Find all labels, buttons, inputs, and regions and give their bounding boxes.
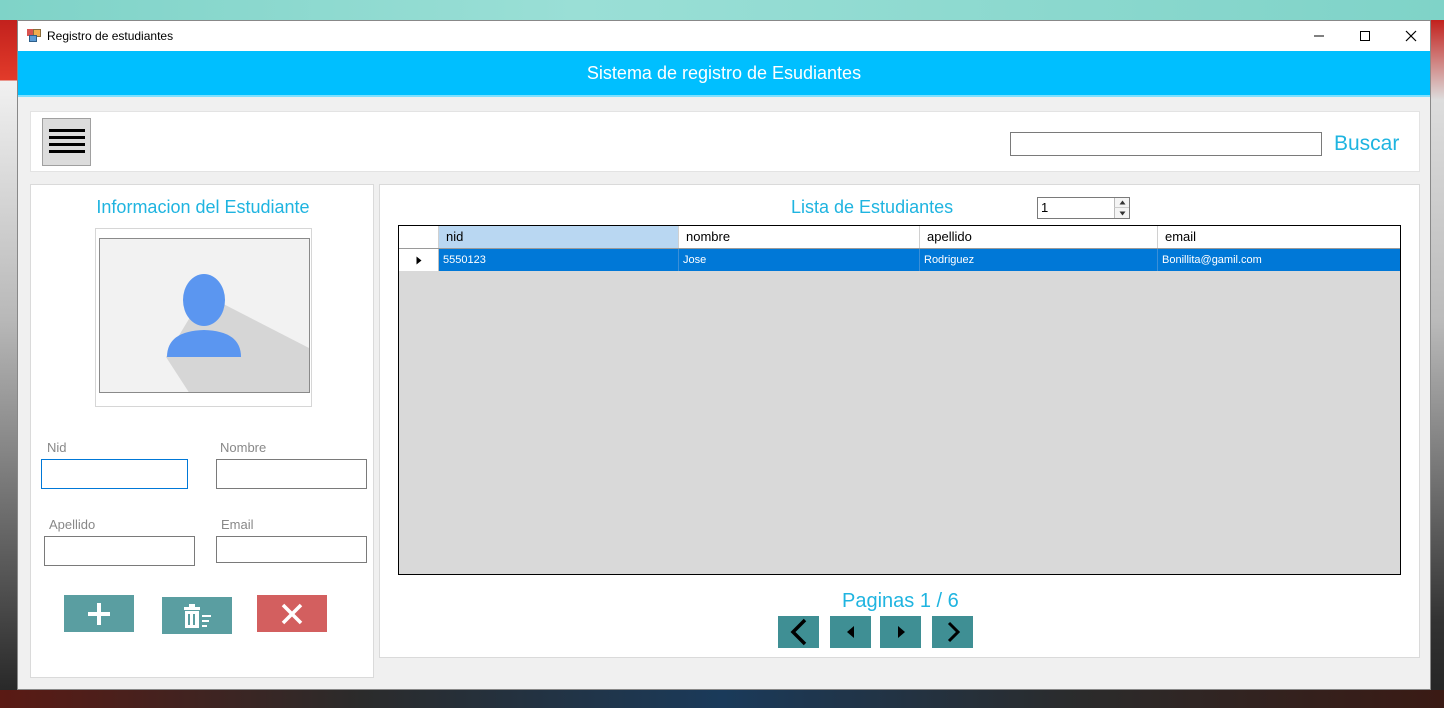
desktop-background [0, 0, 1444, 20]
close-window-button[interactable] [1388, 21, 1434, 51]
apellido-label: Apellido [49, 517, 96, 532]
first-page-button[interactable] [778, 616, 819, 648]
cell-apellido[interactable]: Rodriguez [920, 249, 1158, 271]
chevron-left-icon [790, 618, 806, 646]
students-grid[interactable]: nid nombre apellido email 5550123 Jose R… [398, 225, 1401, 575]
user-avatar-icon [166, 274, 309, 392]
spinner-down-button[interactable] [1114, 208, 1129, 218]
nid-field[interactable] [41, 459, 188, 489]
triangle-up-icon [1119, 200, 1125, 205]
menu-button[interactable] [42, 118, 91, 166]
trash-icon [184, 603, 211, 628]
spinner-up-button[interactable] [1114, 198, 1129, 208]
page-size-spinner[interactable]: 1 [1037, 197, 1130, 219]
table-row[interactable]: 5550123 Jose Rodriguez Bonillita@gamil.c… [399, 249, 1400, 271]
grid-header: nid nombre apellido email [399, 226, 1400, 249]
nombre-label: Nombre [220, 440, 267, 455]
student-list-title: Lista de Estudiantes [791, 197, 954, 217]
student-photo [99, 238, 310, 393]
desktop-background-left [0, 20, 17, 708]
toolbar: Buscar [30, 111, 1420, 172]
apellido-field[interactable] [44, 536, 195, 566]
plus-icon [88, 602, 110, 625]
desktop-background-right [1431, 20, 1444, 708]
row-header[interactable] [399, 249, 439, 271]
app-icon [27, 29, 41, 42]
cell-nid[interactable]: 5550123 [439, 249, 679, 271]
email-label: Email [221, 517, 254, 532]
triangle-right-icon [897, 626, 905, 638]
page-size-value[interactable]: 1 [1041, 200, 1048, 215]
window-title: Registro de estudiantes [47, 29, 174, 43]
last-page-button[interactable] [932, 616, 973, 648]
minimize-icon [1314, 35, 1324, 37]
hamburger-icon [48, 129, 85, 153]
column-header-nombre[interactable]: nombre [679, 226, 920, 248]
grid-corner[interactable] [399, 226, 439, 248]
minimize-button[interactable] [1296, 21, 1342, 51]
pages-label: Paginas 1 / 6 [842, 590, 959, 612]
row-pointer-icon [416, 256, 421, 264]
triangle-left-icon [846, 626, 854, 638]
photo-frame[interactable] [95, 228, 312, 407]
prev-page-button[interactable] [830, 616, 871, 648]
triangle-down-icon [1119, 211, 1125, 215]
column-header-apellido[interactable]: apellido [920, 226, 1158, 248]
student-info-title: Informacion del Estudiante [96, 197, 310, 217]
student-list-panel: Lista de Estudiantes 1 nid nombre apelli… [379, 184, 1420, 658]
cell-nombre[interactable]: Jose [679, 249, 920, 271]
email-field[interactable] [216, 536, 367, 563]
app-header-title: Sistema de registro de Esudiantes [586, 63, 862, 83]
maximize-icon [1360, 31, 1370, 41]
desktop-background-bottom [0, 690, 1444, 708]
chevron-right-icon [947, 621, 960, 643]
cancel-button[interactable] [257, 595, 327, 632]
nombre-field[interactable] [216, 459, 367, 489]
nid-label: Nid [47, 440, 67, 455]
column-header-nid[interactable]: nid [439, 226, 679, 248]
search-button[interactable]: Buscar [1334, 132, 1399, 156]
title-bar[interactable]: Registro de estudiantes [18, 21, 1430, 51]
cell-email[interactable]: Bonillita@gamil.com [1158, 249, 1400, 271]
app-header: Sistema de registro de Esudiantes [18, 51, 1430, 97]
delete-button[interactable] [162, 597, 232, 634]
close-icon [281, 603, 303, 624]
close-icon [1405, 30, 1417, 42]
add-button[interactable] [64, 595, 134, 632]
maximize-button[interactable] [1342, 21, 1388, 51]
search-input[interactable] [1010, 132, 1322, 156]
column-header-email[interactable]: email [1158, 226, 1400, 248]
student-info-panel: Informacion del Estudiante Nid Nombre Ap… [30, 184, 374, 678]
app-window: Registro de estudiantes Sistema de regis… [17, 20, 1431, 690]
next-page-button[interactable] [880, 616, 921, 648]
